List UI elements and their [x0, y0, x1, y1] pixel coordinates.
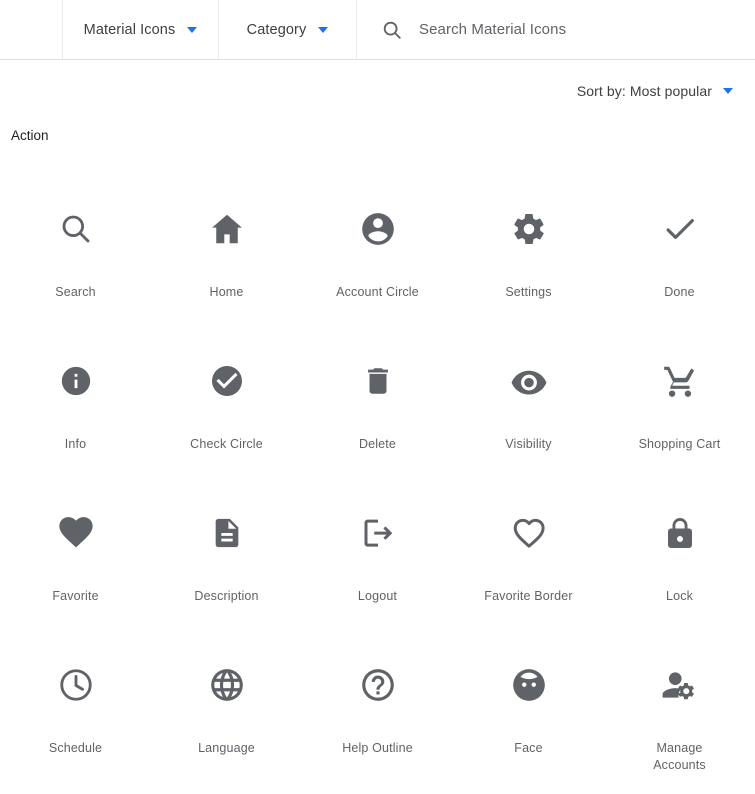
icon-tile[interactable]: Favorite [0, 490, 151, 642]
globe-icon [208, 662, 246, 708]
icon-tile[interactable]: Account Circle [302, 186, 453, 338]
icon-tile[interactable]: Schedule [0, 642, 151, 794]
clock-icon [57, 662, 95, 708]
search-icon [381, 19, 403, 41]
icon-tile[interactable]: Lock [604, 490, 755, 642]
gear-icon [511, 206, 547, 252]
check-circle-filled-icon [209, 358, 245, 404]
chevron-down-icon [318, 26, 329, 33]
account-circle-icon [359, 206, 397, 252]
search-bar[interactable]: Search Material Icons [356, 0, 755, 59]
product-selector-label: Material Icons [83, 21, 176, 38]
icon-tile-label: Visibility [505, 437, 552, 451]
lock-icon [662, 510, 698, 556]
icon-tile[interactable]: Search [0, 186, 151, 338]
sort-row: Sort by: Most popular [0, 60, 755, 122]
face-icon [510, 662, 548, 708]
toolbar-left-spacer [0, 0, 62, 59]
icon-tile-label: Search [55, 285, 96, 299]
top-toolbar: Material Icons Category Search Material … [0, 0, 755, 60]
icon-tile-label: Info [64, 437, 87, 451]
icon-tile-label: Manage Accounts [653, 741, 706, 772]
icon-tile-label: Favorite [52, 589, 99, 603]
icon-tile-label: Home [209, 285, 244, 299]
icon-tile-label: Check Circle [190, 437, 263, 451]
heart-outline-icon [510, 510, 548, 556]
sort-by-button[interactable]: Sort by: Most popular [577, 83, 733, 99]
icon-tile-label: Done [664, 285, 695, 299]
icon-tile-label: Lock [665, 589, 693, 603]
category-section-title: Action [11, 128, 49, 143]
manage-accounts-icon [661, 662, 699, 708]
eye-icon [510, 358, 548, 404]
heart-filled-icon [57, 510, 95, 556]
icon-tile[interactable]: Home [151, 186, 302, 338]
icon-tile[interactable]: Favorite Border [453, 490, 604, 642]
logout-icon [360, 510, 396, 556]
icon-tile-label: Description [194, 589, 259, 603]
icon-tile[interactable]: Help Outline [302, 642, 453, 794]
shopping-cart-icon [661, 358, 699, 404]
trash-icon [361, 358, 395, 404]
icon-tile[interactable]: Description [151, 490, 302, 642]
chevron-down-icon [187, 26, 198, 33]
icon-tile-label: Shopping Cart [638, 437, 721, 451]
icon-tile-label: Delete [358, 437, 397, 451]
icon-tile[interactable]: Check Circle [151, 338, 302, 490]
info-filled-icon [59, 358, 93, 404]
help-outline-icon [359, 662, 397, 708]
icon-tile[interactable]: Face [453, 642, 604, 794]
sort-by-label: Sort by: Most popular [576, 83, 712, 99]
category-selector[interactable]: Category [218, 0, 356, 59]
icon-grid: Search Home Account Circle Settings Done Info… [0, 186, 755, 794]
product-selector[interactable]: Material Icons [62, 0, 218, 59]
icon-tile[interactable]: Delete [302, 338, 453, 490]
icon-tile[interactable]: Info [0, 338, 151, 490]
icon-tile-label: Schedule [48, 741, 103, 755]
icon-tile[interactable]: Shopping Cart [604, 338, 755, 490]
search-icon [58, 206, 94, 252]
home-icon [208, 206, 246, 252]
icon-tile-label: Account Circle [336, 285, 419, 299]
chevron-down-icon [723, 88, 733, 94]
icon-tile[interactable]: Visibility [453, 338, 604, 490]
icon-tile[interactable]: Manage Accounts [604, 642, 755, 794]
icon-tile[interactable]: Settings [453, 186, 604, 338]
icon-tile[interactable]: Done [604, 186, 755, 338]
check-icon [661, 206, 699, 252]
icon-tile-label: Logout [357, 589, 398, 603]
search-input[interactable]: Search Material Icons [419, 21, 566, 38]
icon-tile-label: Language [198, 741, 255, 755]
icon-tile-label: Favorite Border [484, 589, 573, 603]
icon-tile-label: Face [514, 741, 543, 755]
icon-tile[interactable]: Language [151, 642, 302, 794]
icon-tile-label: Settings [505, 285, 552, 299]
icon-tile-label: Help Outline [342, 741, 413, 755]
category-selector-label: Category [246, 21, 307, 38]
document-icon [210, 510, 244, 556]
icon-tile[interactable]: Logout [302, 490, 453, 642]
